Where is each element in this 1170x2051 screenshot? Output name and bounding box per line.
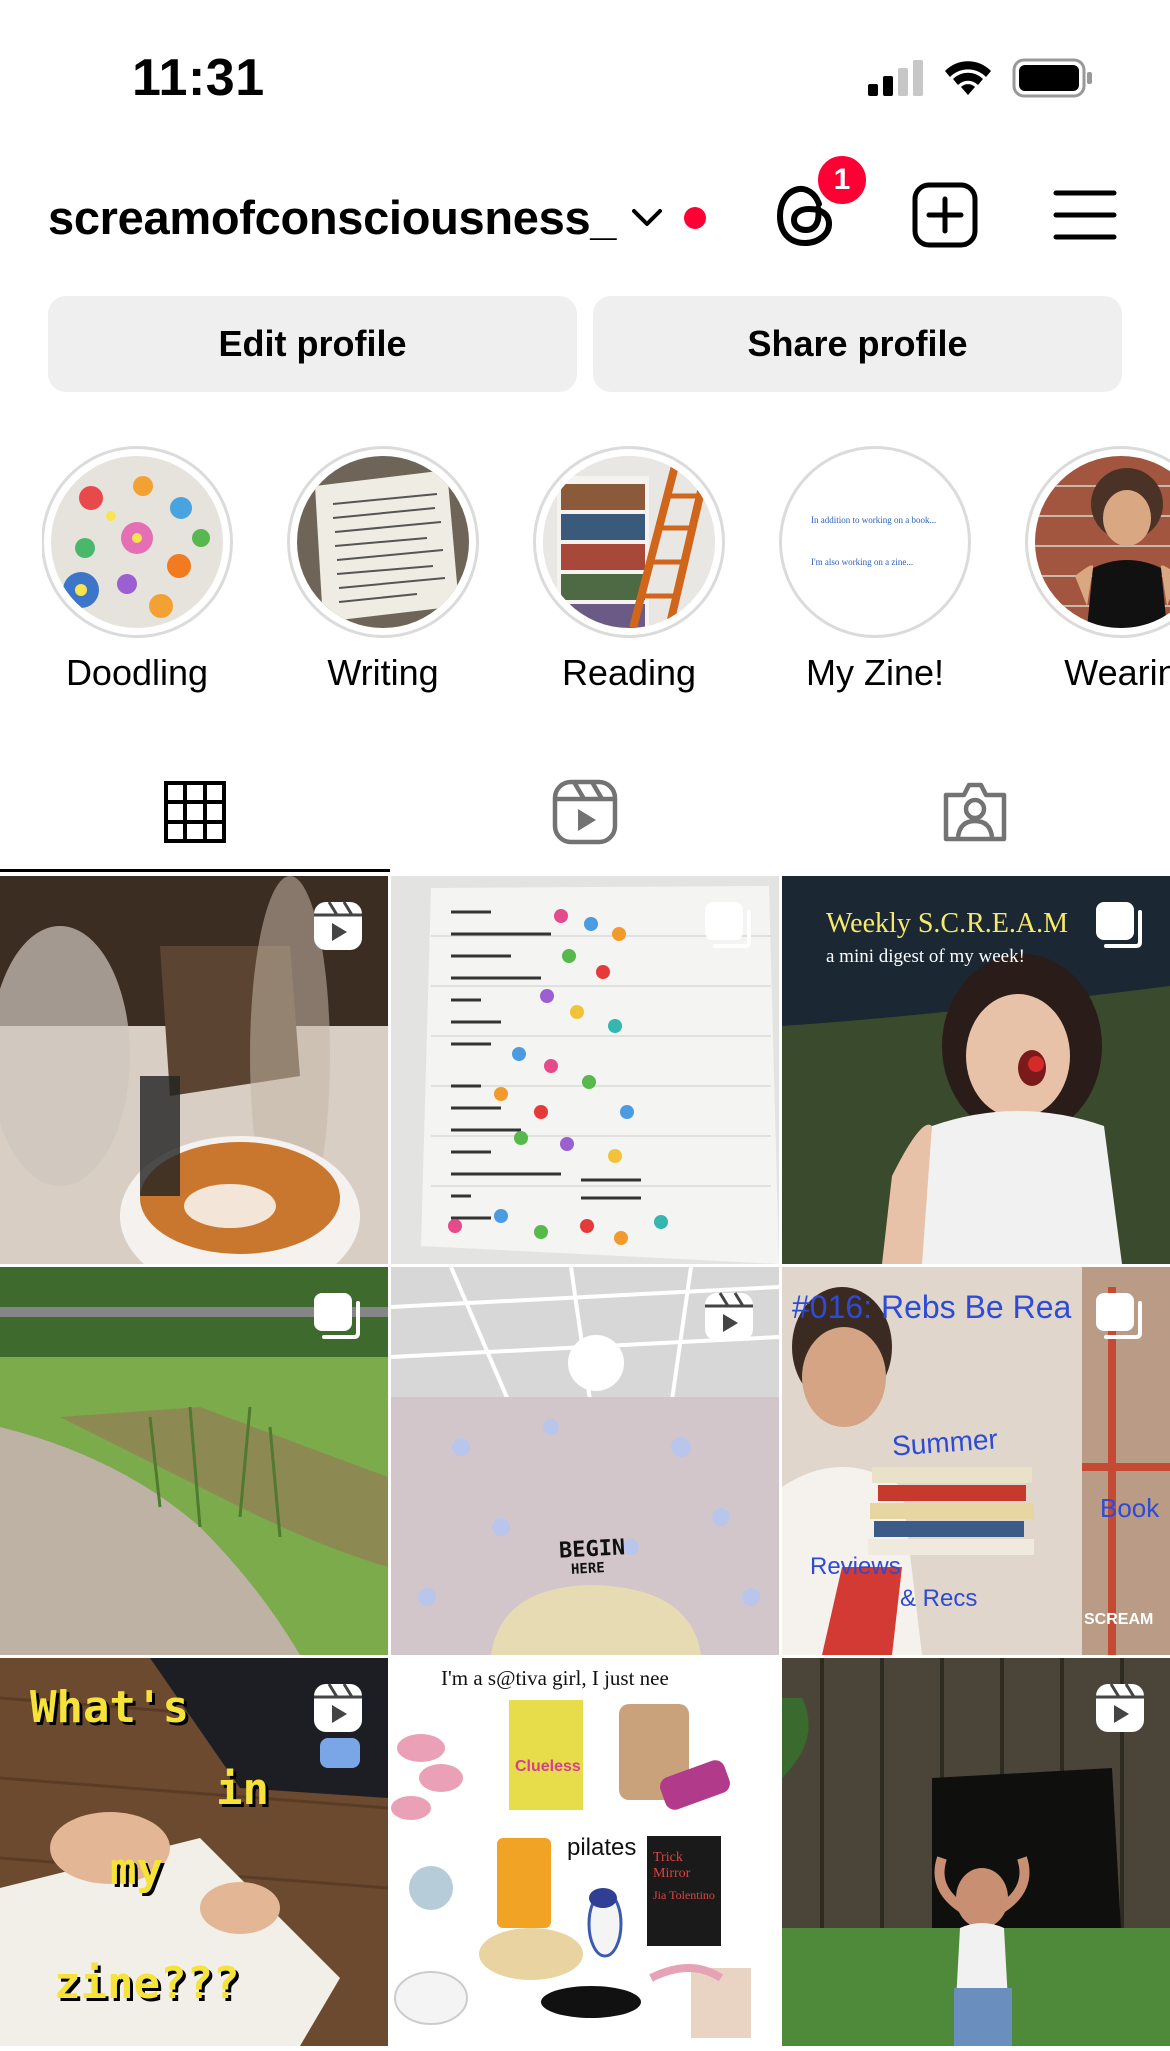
post-caption: I'm a s@tiva girl, I just nee: [441, 1666, 669, 1690]
username[interactable]: screamofconsciousness_: [48, 190, 616, 245]
highlight-ring: [533, 446, 725, 638]
highlight-thumb-text: In addition to working on a book...: [811, 515, 937, 525]
highlight-label: Reading: [561, 652, 697, 693]
post-caption-line: in: [216, 1764, 269, 1815]
carousel-icon: [1096, 902, 1142, 948]
grid-icon: [164, 781, 226, 843]
carousel-badge: [1094, 1291, 1146, 1348]
highlight-wearing[interactable]: Wearin: [1025, 446, 1170, 696]
grid-post-8[interactable]: I'm a s@tiva girl, I just nee Clueless p…: [391, 1658, 779, 2046]
post-title: #016: Rebs Be Rea: [792, 1289, 1072, 1325]
account-switcher[interactable]: screamofconsciousness_: [48, 190, 707, 245]
highlight-doodling[interactable]: Doodling: [42, 446, 233, 696]
highlight-thumbnail: [543, 456, 715, 628]
grid-post-6[interactable]: #016: Rebs Be Rea Summer Book Reviews & …: [782, 1267, 1170, 1655]
carousel-badge: [703, 900, 755, 957]
profile-actions: Edit profile Share profile: [48, 296, 1122, 392]
reel-badge: [1094, 1682, 1146, 1739]
threads-button[interactable]: 1: [770, 152, 870, 250]
highlight-ring: In addition to working on a book... I'm …: [779, 446, 971, 638]
highlight-ring: [1025, 446, 1170, 638]
hamburger-menu-icon: [1053, 190, 1117, 240]
carousel-icon: [705, 1684, 751, 1730]
highlight-label: Writing: [327, 652, 439, 693]
carousel-badge: [1094, 900, 1146, 957]
profile-header: screamofconsciousness_ 1: [0, 150, 1170, 290]
grid-post-4[interactable]: [0, 1267, 388, 1655]
tagged-person-icon: [943, 782, 1007, 842]
highlight-thumbnail: [51, 456, 223, 628]
carousel-badge: [312, 1291, 364, 1348]
grid-post-1[interactable]: [0, 876, 388, 1264]
post-caption-line: What's: [30, 1682, 189, 1733]
tab-tagged[interactable]: [780, 752, 1170, 872]
highlight-ring: [42, 446, 233, 638]
profile-tabs: [0, 752, 1170, 872]
post-subtitle: a mini digest of my week!: [826, 946, 1025, 967]
carousel-badge: [703, 1682, 755, 1739]
highlight-label: Wearin: [1064, 652, 1170, 693]
post-word: Reviews: [810, 1553, 901, 1580]
post-word: Trick Mirror: [653, 1850, 691, 1881]
highlight-thumbnail: [297, 456, 469, 628]
grid-post-7[interactable]: What's in my zine???: [0, 1658, 388, 2046]
reel-badge: [703, 1291, 755, 1348]
highlight-label: Doodling: [65, 652, 209, 693]
post-word: & Recs: [900, 1585, 978, 1612]
highlight-writing[interactable]: Writing: [287, 446, 479, 696]
grid-post-2[interactable]: [391, 876, 779, 1264]
reel-badge: [312, 900, 364, 957]
wifi-icon: [945, 61, 991, 95]
post-word: Jia Tolentino: [653, 1888, 715, 1902]
post-title: Weekly S.C.R.E.A.M: [826, 908, 1068, 939]
post-caption-line: zine???: [54, 1958, 240, 2009]
grid-post-3[interactable]: Weekly S.C.R.E.A.M a mini digest of my w…: [782, 876, 1170, 1264]
header-actions: 1: [770, 152, 1120, 250]
post-word: pilates: [567, 1834, 637, 1861]
tab-grid[interactable]: [0, 752, 390, 872]
reels-icon: [314, 1683, 362, 1732]
carousel-icon: [1096, 1293, 1142, 1339]
post-watermark: SCREAM: [1084, 1611, 1154, 1628]
cellular-signal-icon: [868, 60, 923, 96]
reels-icon: [1096, 1683, 1144, 1732]
threads-badge: 1: [814, 152, 870, 208]
story-highlights: Doodling Writing Reading In addition to …: [42, 446, 1170, 696]
highlight-reading[interactable]: Reading: [533, 446, 725, 696]
chevron-down-icon[interactable]: [630, 207, 664, 229]
menu-button[interactable]: [1050, 180, 1120, 250]
highlight-label: My Zine!: [805, 652, 945, 693]
status-bar: 11:31: [0, 0, 1170, 150]
highlight-my-zine[interactable]: In addition to working on a book... I'm …: [779, 446, 971, 696]
highlight-ring: [287, 446, 479, 638]
post-word: Clueless: [515, 1758, 581, 1775]
post-grid: Weekly S.C.R.E.A.M a mini digest of my w…: [0, 876, 1170, 2046]
highlight-thumb-text: I'm also working on a zine...: [811, 557, 914, 567]
reels-icon: [705, 1292, 753, 1341]
plus-square-icon: [912, 182, 978, 248]
reels-icon: [314, 901, 362, 950]
status-time: 11:31: [132, 49, 265, 107]
carousel-icon: [314, 1293, 360, 1339]
share-profile-button[interactable]: Share profile: [593, 296, 1122, 392]
grid-post-5[interactable]: BEGIN HERE: [391, 1267, 779, 1655]
edit-profile-button[interactable]: Edit profile: [48, 296, 577, 392]
highlight-thumbnail: [1035, 456, 1170, 628]
reels-icon: [552, 779, 618, 845]
battery-icon: [1012, 58, 1092, 98]
reel-badge: [312, 1682, 364, 1739]
carousel-icon: [705, 902, 751, 948]
sign-text: HERE: [570, 1560, 606, 1578]
post-word: Book: [1100, 1493, 1160, 1523]
status-icons: [868, 58, 1094, 98]
post-caption-line: my: [110, 1844, 163, 1895]
sign-text: BEGIN: [558, 1535, 626, 1564]
highlight-thumbnail: In addition to working on a book... I'm …: [789, 456, 961, 628]
tab-reels[interactable]: [390, 752, 780, 872]
notification-dot: [684, 206, 707, 229]
create-post-button[interactable]: [910, 180, 980, 250]
grid-post-9[interactable]: [782, 1658, 1170, 2046]
